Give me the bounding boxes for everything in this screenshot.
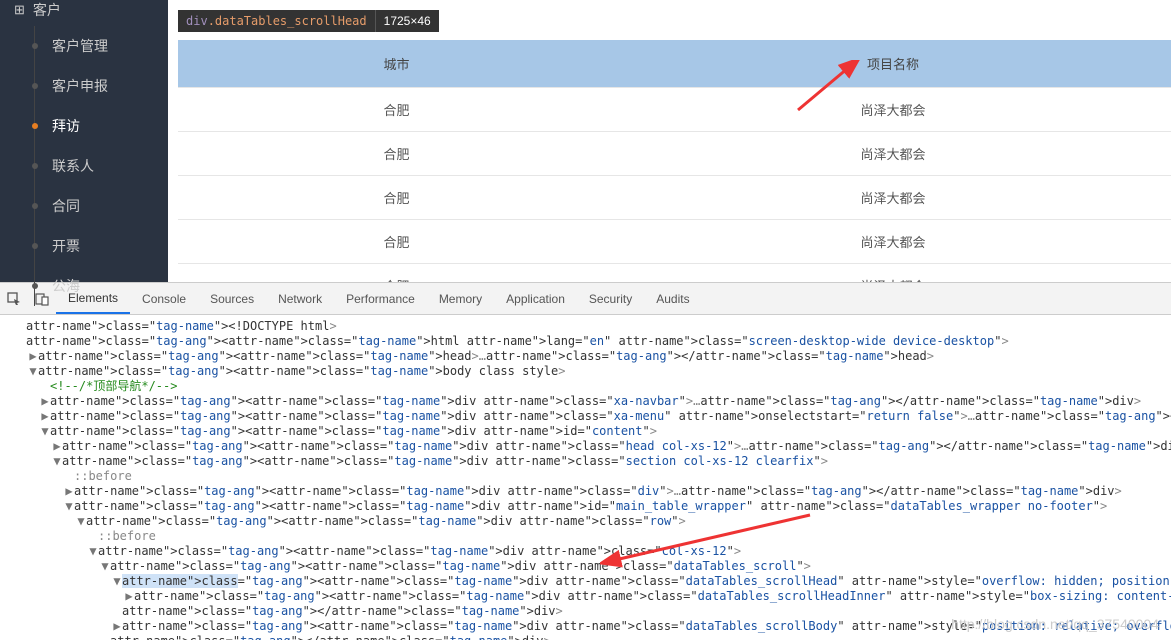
table-row[interactable]: 合肥尚泽大都会 — [178, 88, 1171, 132]
sidebar-section-header: ⊞ 客户 — [0, 0, 168, 26]
sidebar-item-label: 拜访 — [52, 116, 80, 136]
tab-sources[interactable]: Sources — [198, 283, 266, 314]
dom-tree[interactable]: attr-name">class="tag-name"><!DOCTYPE ht… — [0, 315, 1171, 640]
table-row[interactable]: 合肥尚泽大都会 — [178, 264, 1171, 283]
table-row[interactable]: 合肥尚泽大都会 — [178, 176, 1171, 220]
main-content: div.dataTables_scrollHead 1725×46 城市 项目名… — [168, 0, 1171, 282]
sidebar-item-contacts[interactable]: 联系人 — [0, 146, 168, 186]
sidebar-section-label: 客户 — [33, 0, 61, 20]
cell-project: 尚泽大都会 — [615, 176, 1171, 220]
sidebar-item-public-sea[interactable]: 公海 — [0, 266, 168, 306]
devtools-toolbar: Elements Console Sources Network Perform… — [0, 283, 1171, 315]
sidebar: ⊞ 客户 客户管理 客户申报 拜访 联系人 合同 开票 公海 — [0, 0, 168, 282]
sidebar-item-invoice[interactable]: 开票 — [0, 226, 168, 266]
element-inspector-tooltip: div.dataTables_scrollHead 1725×46 — [178, 10, 439, 32]
grid-icon: ⊞ — [14, 2, 25, 18]
tooltip-dimensions: 1725×46 — [375, 10, 439, 32]
tab-audits[interactable]: Audits — [644, 283, 701, 314]
data-table-container: 城市 项目名称 合肥尚泽大都会 合肥尚泽大都会 合肥尚泽大都会 合肥尚泽大都会 … — [178, 40, 1171, 282]
cell-project: 尚泽大都会 — [615, 88, 1171, 132]
sidebar-item-label: 联系人 — [52, 156, 94, 176]
cell-city: 合肥 — [178, 132, 615, 176]
cell-city: 合肥 — [178, 264, 615, 283]
tab-memory[interactable]: Memory — [427, 283, 494, 314]
table-row[interactable]: 合肥尚泽大都会 — [178, 220, 1171, 264]
dot-icon — [32, 163, 38, 169]
sidebar-item-label: 客户管理 — [52, 36, 108, 56]
cell-city: 合肥 — [178, 220, 615, 264]
dot-icon — [32, 123, 38, 129]
sidebar-item-customer-manage[interactable]: 客户管理 — [0, 26, 168, 66]
cell-project: 尚泽大都会 — [615, 264, 1171, 283]
tab-application[interactable]: Application — [494, 283, 577, 314]
cell-project: 尚泽大都会 — [615, 220, 1171, 264]
devtools-panel: Elements Console Sources Network Perform… — [0, 282, 1171, 640]
sidebar-item-label: 合同 — [52, 196, 80, 216]
tab-network[interactable]: Network — [266, 283, 334, 314]
sidebar-item-visit[interactable]: 拜访 — [0, 106, 168, 146]
tab-security[interactable]: Security — [577, 283, 644, 314]
sidebar-item-label: 客户申报 — [52, 76, 108, 96]
tooltip-selector: div.dataTables_scrollHead — [178, 10, 375, 32]
sidebar-item-label: 开票 — [52, 236, 80, 256]
sidebar-item-label: 公海 — [52, 276, 80, 296]
cell-city: 合肥 — [178, 176, 615, 220]
tab-performance[interactable]: Performance — [334, 283, 427, 314]
cell-city: 合肥 — [178, 88, 615, 132]
dot-icon — [32, 243, 38, 249]
sidebar-item-contract[interactable]: 合同 — [0, 186, 168, 226]
dot-icon — [32, 203, 38, 209]
col-header-city[interactable]: 城市 — [178, 40, 615, 88]
sidebar-item-customer-declare[interactable]: 客户申报 — [0, 66, 168, 106]
col-header-project[interactable]: 项目名称 — [615, 40, 1171, 88]
dot-icon — [32, 83, 38, 89]
table-header-row: 城市 项目名称 — [178, 40, 1171, 88]
table-row[interactable]: 合肥尚泽大都会 — [178, 132, 1171, 176]
cell-project: 尚泽大都会 — [615, 132, 1171, 176]
data-table: 城市 项目名称 合肥尚泽大都会 合肥尚泽大都会 合肥尚泽大都会 合肥尚泽大都会 … — [178, 40, 1171, 282]
dot-icon — [32, 43, 38, 49]
dot-icon — [32, 283, 38, 289]
